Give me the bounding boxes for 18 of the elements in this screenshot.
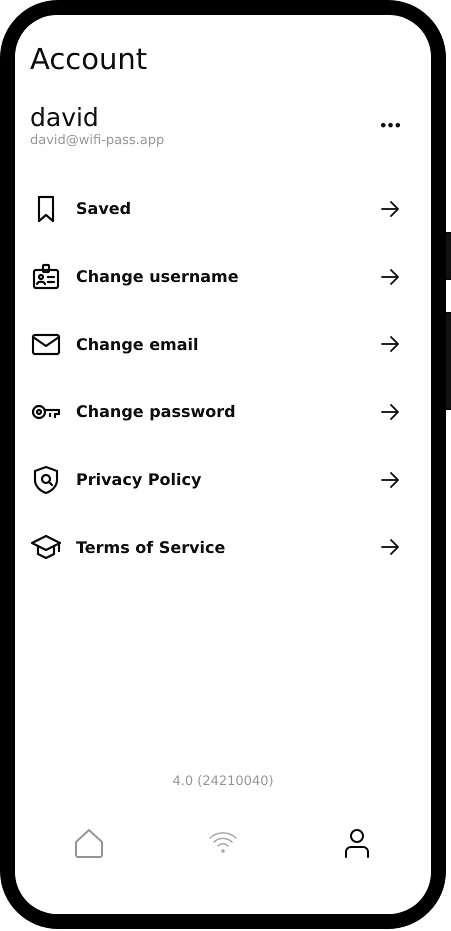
menu-item[interactable]: Saved xyxy=(30,175,416,243)
menu-item[interactable]: Change username xyxy=(30,242,416,310)
arrow-icon xyxy=(380,198,400,219)
page-title: Account xyxy=(30,41,148,77)
menu-item[interactable]: Privacy Policy xyxy=(30,446,416,514)
version-text: 4.0 (24210040) xyxy=(171,774,275,789)
user-name: david xyxy=(30,103,100,133)
more-button[interactable]: ••• xyxy=(379,118,401,134)
menu-item[interactable]: Change email xyxy=(30,310,416,378)
arrow-icon xyxy=(380,402,400,422)
arrow-icon xyxy=(380,537,400,558)
arrow-icon xyxy=(380,470,400,490)
home-icon xyxy=(73,827,105,859)
arrow-icon xyxy=(380,334,400,354)
arrow-icon xyxy=(380,266,400,287)
user-email: david@wifi-pass.app xyxy=(30,133,164,149)
menu-item[interactable]: Terms of Service xyxy=(30,513,416,582)
menu-item[interactable]: Change password xyxy=(30,378,416,446)
